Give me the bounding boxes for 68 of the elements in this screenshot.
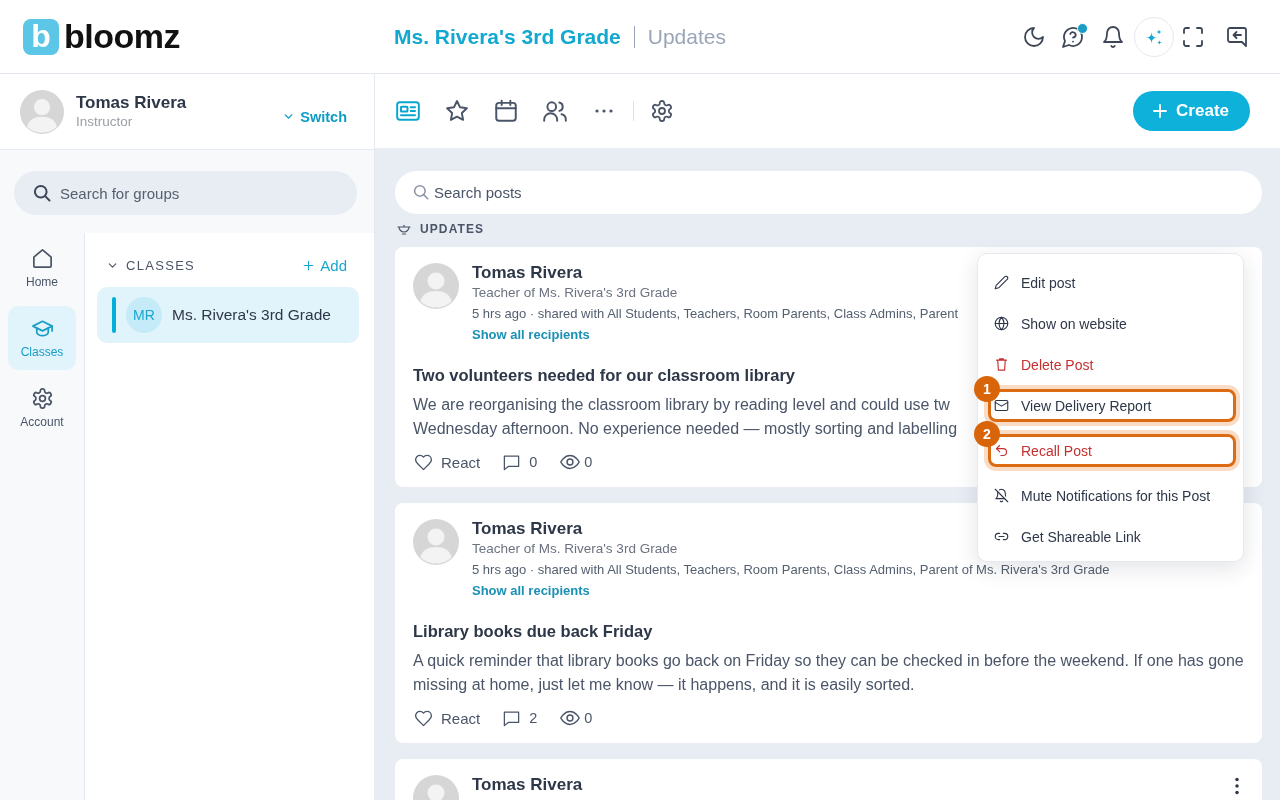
people-icon[interactable] [542,98,568,124]
heart-icon [414,708,433,728]
logo-wordmark: bloomz [64,17,180,56]
user-role: Instructor [76,113,133,130]
user-name: Tomas Rivera [76,93,187,113]
comment-count: 2 [529,710,538,726]
fullscreen-icon[interactable] [1181,24,1205,49]
post-text: A quick reminder that library books go back on Friday so they can be checked in before the weekend. If one has gone missing at home, just let me know — it happens, and it is easily sorted. [413,651,1244,695]
menu-item[interactable]: Show on website [978,303,1243,344]
avatar-icon [413,263,459,309]
help-icon[interactable] [1061,24,1085,49]
page-title: Updates [647,24,726,49]
post-text: Wednesday afternoon. No experience needed — mostly sorting and labelling [413,419,958,439]
search-field[interactable]: Search for groups [14,171,357,215]
envelope-icon [994,398,1009,413]
post-meta: 5 hrs ago · shared with All Students, Teachers, Room Parents, Class Admins, Parent [472,305,959,323]
author-name: Tomas Rivera [472,263,583,283]
menu-item[interactable]: Get Shareable Link [978,516,1243,557]
view-count: 0 [584,454,593,470]
plus-icon [1151,102,1170,120]
post-title: Two volunteers needed for our classroom library [413,365,796,386]
section-label: UPDATES [420,221,485,236]
globe-icon [994,316,1009,331]
search-field[interactable]: Search posts [395,171,1262,214]
post-title: Library books due back Friday [413,621,653,642]
view-count: 0 [584,710,593,726]
settings-icon[interactable] [650,99,674,123]
initials-avatar: MR [126,297,162,333]
plus-icon [302,258,316,272]
search-icon [32,183,52,203]
nav-item[interactable]: Account [8,376,76,440]
post-meta: 5 hrs ago · shared with All Students, Teachers, Room Parents, Class Admins, Parent of Ms. Rivera's 3rd Grade [472,561,1110,579]
author-name: Tomas Rivera [472,519,583,539]
search-icon [412,183,430,201]
step-badge: 1 [974,376,1000,402]
class-title: Ms. Rivera's 3rd Grade [394,24,621,49]
bell-icon[interactable] [1101,24,1125,49]
trash-icon [994,357,1009,372]
bell-off-icon [994,488,1009,503]
class-list-item[interactable]: MR Ms. Rivera's 3rd Grade [97,287,359,343]
section-heading: CLASSES [126,257,196,273]
home-icon [30,247,54,270]
settings-icon [30,387,54,410]
menu-item[interactable]: Mute Notifications for this Post [978,475,1243,516]
author-name: Tomas Rivera [472,775,583,795]
react-button[interactable]: React [414,452,481,472]
post-text: We are reorganising the classroom library by reading level and could use tw [413,395,950,415]
moon-icon[interactable] [1022,24,1046,49]
author-role: Teacher of Ms. Rivera's 3rd Grade [472,540,678,558]
menu-item[interactable]: Edit post [978,262,1243,303]
chat-bubble-arrow-icon[interactable] [1225,24,1249,49]
calendar-icon[interactable] [493,98,519,124]
react-button[interactable]: React [414,708,481,728]
heart-icon [414,452,433,472]
nav-item[interactable]: Home [8,236,76,300]
recipients-link[interactable]: Show all recipients [472,581,590,601]
avatar-icon [20,89,64,134]
pencil-icon [994,275,1009,290]
comment-count: 0 [529,454,538,470]
step-badge: 2 [974,421,1000,447]
newspaper-icon[interactable] [395,98,421,124]
undo-arrow-icon [994,443,1009,458]
avatar-icon [413,519,459,565]
logo-mark: b [23,18,59,55]
graduation-cap-icon [30,317,54,340]
star-icon[interactable] [444,98,470,124]
recipients-link[interactable]: Show all recipients [472,325,590,345]
author-role: Teacher of Ms. Rivera's 3rd Grade [472,284,678,302]
